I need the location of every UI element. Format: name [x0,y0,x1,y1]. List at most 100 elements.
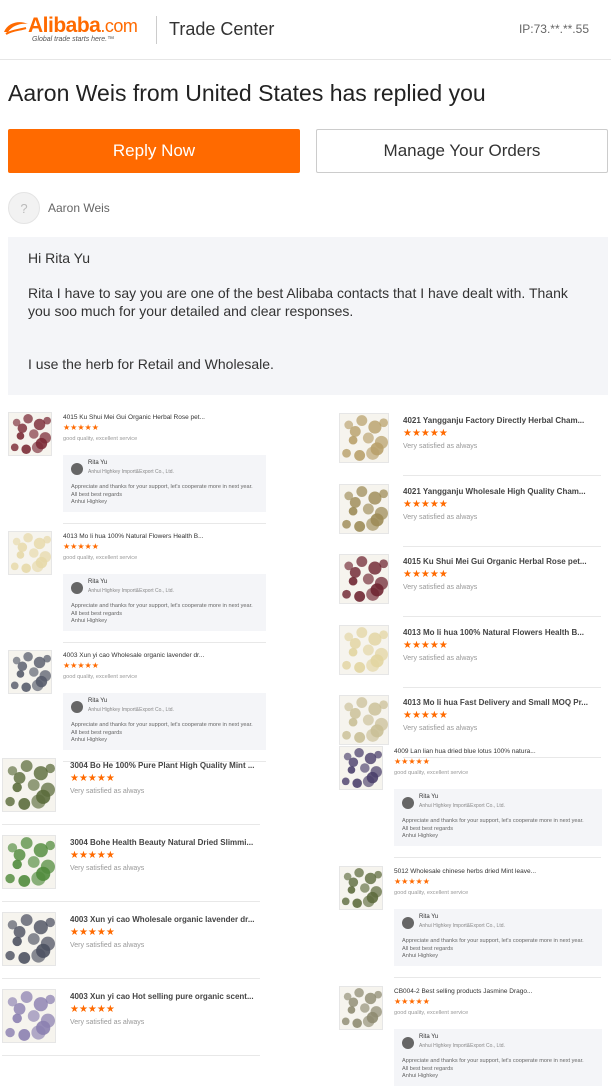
product-thumbnail[interactable] [2,989,56,1043]
avatar: ? [8,192,40,224]
reply-line: Anhui Highkey [71,737,108,743]
product-title[interactable]: 4003 Xun yi cao Wholesale organic lavend… [70,915,255,924]
product-title[interactable]: 3004 Bohe Health Beauty Natural Dried Sl… [70,838,253,847]
product-thumbnail[interactable] [8,650,52,694]
reply-line: All best best regards [402,825,453,832]
seller-reply-box: Rita Yu Anhui Highkey Import&Export Co., … [394,1029,602,1086]
product-title[interactable]: 5012 Wholesale chinese herbs dried Mint … [394,868,536,875]
message-body: Hi Rita Yu Rita I have to say you are on… [8,237,608,395]
reply-line: All best best regards [402,1065,453,1072]
alibaba-logo[interactable]: Alibaba.com Global trade starts here.™ [2,14,144,46]
product-title[interactable]: 4013 Mo li hua 100% Natural Flowers Heal… [63,533,204,540]
reply-line: Anhui Highkey [402,833,439,839]
reply-line: All best best regards [71,491,122,498]
review-comment: Very satisfied as always [403,725,478,732]
product-thumbnail[interactable] [339,866,383,910]
review-comment: Very satisfied as always [403,655,478,662]
item-divider [63,523,266,524]
item-divider [403,475,601,476]
seller-avatar-icon [71,463,83,475]
section-title: Trade Center [169,19,275,39]
seller-company: Anhui Highkey Import&Export Co., Ltd. [88,588,174,594]
seller-avatar-icon [402,1037,414,1049]
product-title[interactable]: 4015 Ku Shui Mei Gui Organic Herbal Rose… [63,414,205,421]
rating-stars: ★★★★★ [403,569,448,580]
product-title[interactable]: 3004 Bo He 100% Pure Plant High Quality … [70,761,255,770]
seller-reply-text: Appreciate and thanks for your support, … [71,603,253,626]
product-title[interactable]: CB004-2 Best selling products Jasmine Dr… [394,988,532,995]
seller-reply-text: Appreciate and thanks for your support, … [71,722,253,745]
seller-reply-text: Appreciate and thanks for your support, … [71,484,253,507]
seller-name: Rita Yu [88,698,108,704]
item-divider [403,687,601,688]
reply-now-button[interactable]: Reply Now [8,129,300,173]
product-thumbnail[interactable] [339,484,389,534]
reply-line: Appreciate and thanks for your support, … [402,938,584,944]
message-paragraph: Rita I have to say you are one of the be… [28,285,568,319]
item-divider [394,977,601,978]
product-thumbnail[interactable] [8,531,52,575]
product-title[interactable]: 4021 Yangganju Factory Directly Herbal C… [403,416,584,425]
product-thumbnail[interactable] [339,413,389,463]
top-bar: Alibaba.com Global trade starts here.™ T… [0,0,611,60]
rating-stars: ★★★★★ [63,661,99,670]
rating-stars: ★★★★★ [403,428,448,439]
product-title[interactable]: 4013 Mo li hua Fast Delivery and Small M… [403,698,588,707]
seller-company: Anhui Highkey Import&Export Co., Ltd. [88,469,174,475]
seller-avatar-icon [402,917,414,929]
rating-stars: ★★★★★ [70,1004,115,1015]
logo-tagline: Global trade starts here.™ [32,36,115,43]
reply-line: Appreciate and thanks for your support, … [71,603,253,609]
product-title[interactable]: 4003 Xun yi cao Hot selling pure organic… [70,992,254,1001]
product-title[interactable]: 4009 Lan lian hua dried blue lotus 100% … [394,748,536,755]
product-thumbnail[interactable] [2,758,56,812]
review-comment: good quality, excellent service [63,674,138,680]
sender-row: ? Aaron Weis [8,192,110,224]
reply-line: All best best regards [71,729,122,736]
product-title[interactable]: 4015 Ku Shui Mei Gui Organic Herbal Rose… [403,557,587,566]
seller-name: Rita Yu [88,460,108,466]
product-thumbnail[interactable] [339,695,389,745]
product-thumbnail[interactable] [339,554,389,604]
product-thumbnail[interactable] [2,912,56,966]
product-thumbnail[interactable] [339,746,383,790]
item-divider [2,824,260,825]
review-comment: Very satisfied as always [403,443,478,450]
item-divider [2,1055,260,1056]
reply-line: Anhui Highkey [402,1073,439,1079]
seller-reply-box: Rita Yu Anhui Highkey Import&Export Co., … [63,693,266,750]
seller-reply-box: Rita Yu Anhui Highkey Import&Export Co., … [394,789,602,846]
product-title[interactable]: 4003 Xun yi cao Wholesale organic lavend… [63,652,204,659]
product-thumbnail[interactable] [8,412,52,456]
item-divider [403,757,601,758]
message-paragraph: I use the herb for Retail and Wholesale. [28,356,274,372]
product-title[interactable]: 4021 Yangganju Wholesale High Quality Ch… [403,487,586,496]
product-thumbnail[interactable] [339,986,383,1030]
item-divider [394,857,601,858]
product-thumbnail[interactable] [339,625,389,675]
review-comment: Very satisfied as always [70,942,145,949]
seller-company: Anhui Highkey Import&Export Co., Ltd. [419,923,505,929]
product-title[interactable]: 4013 Mo li hua 100% Natural Flowers Heal… [403,628,584,637]
seller-name: Rita Yu [88,579,108,585]
rating-stars: ★★★★★ [403,640,448,651]
reply-line: Anhui Highkey [71,618,108,624]
rating-stars: ★★★★★ [70,773,115,784]
message-greeting: Hi Rita Yu [28,250,90,266]
reply-line: Appreciate and thanks for your support, … [402,818,584,824]
seller-name: Rita Yu [419,794,439,800]
item-divider [403,546,601,547]
rating-stars: ★★★★★ [394,877,430,886]
product-thumbnail[interactable] [2,835,56,889]
reply-line: All best best regards [402,945,453,952]
rating-stars: ★★★★★ [403,499,448,510]
item-divider [63,642,266,643]
seller-reply-box: Rita Yu Anhui Highkey Import&Export Co., … [63,455,266,512]
manage-orders-button[interactable]: Manage Your Orders [316,129,608,173]
reply-line: Appreciate and thanks for your support, … [71,484,253,490]
review-comment: good quality, excellent service [394,770,469,776]
reply-line: Appreciate and thanks for your support, … [71,722,253,728]
seller-avatar-icon [402,797,414,809]
review-comment: Very satisfied as always [403,584,478,591]
review-comment: Very satisfied as always [403,514,478,521]
